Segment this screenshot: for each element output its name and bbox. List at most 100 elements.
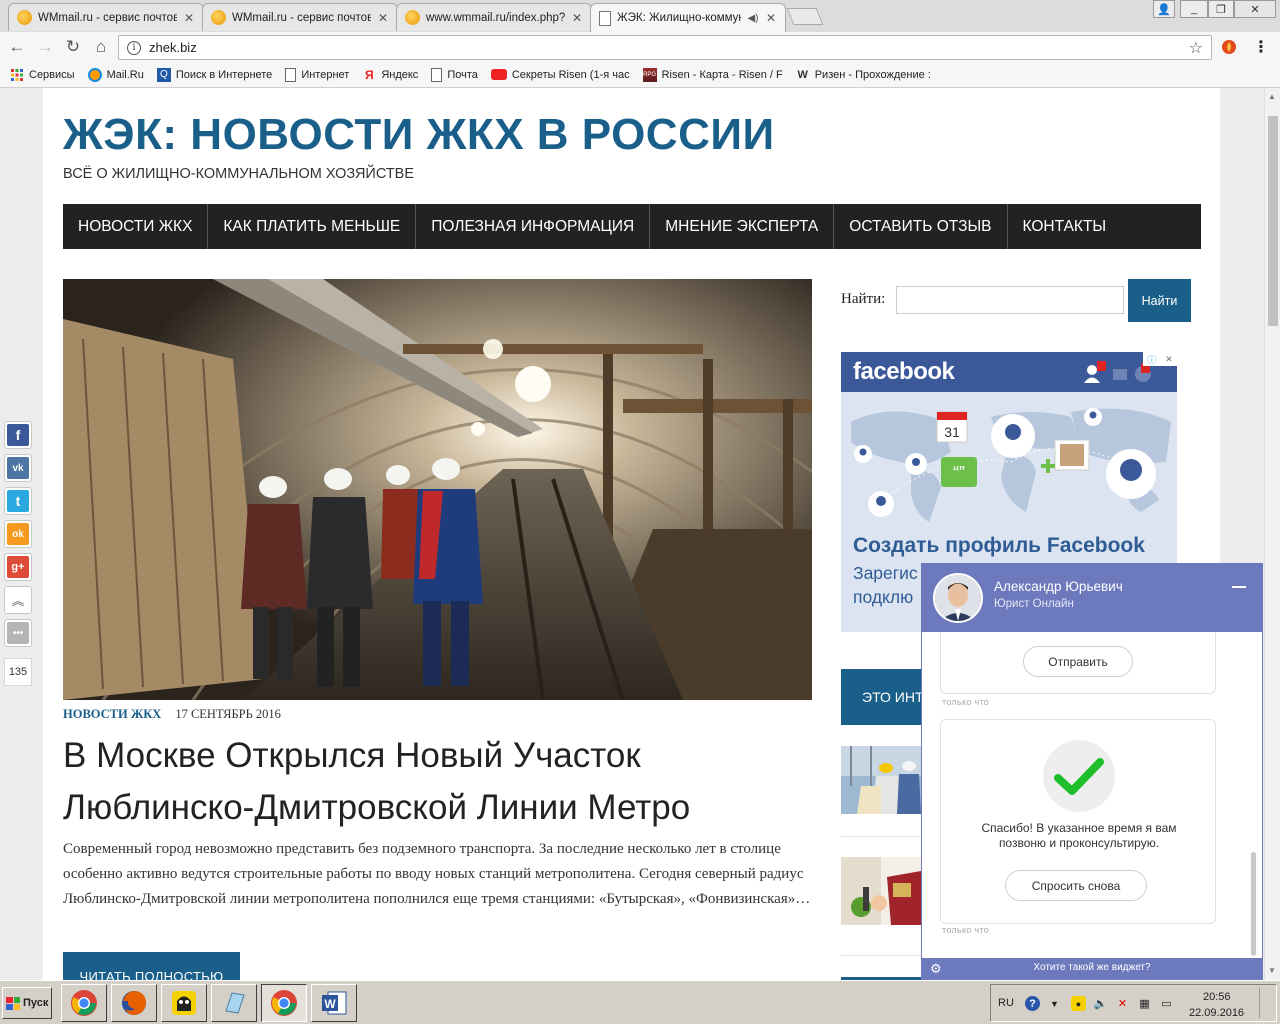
ad-choices-icon[interactable]: ⓘ ✕ [1143,352,1177,366]
bookmark-item[interactable]: Mail.Ru [87,67,144,82]
show-desktop-button[interactable] [1259,988,1271,1018]
close-icon[interactable]: ✕ [183,11,195,25]
twitter-share-button[interactable]: t [4,487,32,515]
start-button[interactable]: Пуск [2,987,52,1019]
sidebar-post-thumbnail[interactable] [841,746,921,814]
address-bar[interactable]: i zhek.biz ☆ [118,35,1212,60]
nav-item-leave-review[interactable]: ОСТАВИТЬ ОТЗЫВ [834,204,1008,249]
home-icon[interactable]: ⌂ [90,36,112,58]
nav-item-news[interactable]: НОВОСТИ ЖКХ [63,204,209,249]
user-profile-icon[interactable]: 👤 [1153,0,1175,18]
post-excerpt: Современный город невозможно представить… [63,841,811,907]
odnoklassniki-icon: ok [7,523,29,545]
read-more-button[interactable]: ЧИТАТЬ ПОЛНОСТЬЮ [63,952,240,980]
bookmark-label: Почта [447,68,478,81]
googleplus-share-button[interactable]: g+ [4,553,32,581]
taskbar-chrome[interactable] [61,984,107,1022]
speaker-icon[interactable]: 🔈 [1093,996,1108,1011]
nav-item-expert-opinion[interactable]: МНЕНИЕ ЭКСПЕРТА [650,204,835,249]
message-timestamp: только что [942,697,990,707]
monitor-icon[interactable]: ▭ [1159,996,1174,1011]
taskbar-word[interactable]: W [311,984,357,1022]
bookmark-item[interactable]: Почта [431,67,478,82]
bookmark-item[interactable]: RPG Risen - Карта - Risen / F [642,67,783,82]
close-icon[interactable]: ✕ [765,11,777,25]
taskbar-ghost-app[interactable] [161,984,207,1022]
taskbar-notepad[interactable] [211,984,257,1022]
close-window-button[interactable]: ✕ [1234,0,1276,18]
post-title[interactable]: В Москве Открылся Новый Участок Люблинск… [63,730,823,834]
browser-tab-active[interactable]: ЖЭК: Жилищно-коммун ◀) ✕ [590,3,786,32]
browser-tab[interactable]: WMmail.ru - сервис почтов ✕ [8,3,204,31]
bookmark-item[interactable]: Интернет [285,67,349,82]
sidebar-blue-block[interactable]: ЭТО ИНТ [841,669,931,725]
ghost-tray-icon[interactable]: ● [1071,996,1086,1011]
bookmark-item[interactable]: Секреты Risen (1-я час [490,68,630,81]
extension-flame-icon[interactable] [1220,38,1238,56]
minimize-icon[interactable] [1232,586,1246,588]
ask-again-button[interactable]: Спросить снова [1005,870,1147,901]
language-indicator[interactable]: RU [998,997,1014,1009]
search-label: Найти: [841,291,886,307]
post-hero-image[interactable] [63,279,812,700]
chevron-down-icon[interactable]: ▼ [1047,996,1062,1011]
scrollbar-thumb[interactable] [1268,116,1278,326]
start-label: Пуск [23,997,49,1009]
bookmark-item[interactable]: Я Яндекс [362,68,418,82]
scroll-up-arrow-icon[interactable]: ▲ [1268,92,1276,101]
nav-item-pay-less[interactable]: КАК ПЛАТИТЬ МЕНЬШЕ [208,204,417,249]
taskbar-chrome-active[interactable] [261,984,307,1022]
help-icon[interactable]: ? [1025,996,1040,1011]
clock-time[interactable]: 20:56 [1203,991,1231,1003]
vk-icon: vk [7,457,29,479]
nav-item-contacts[interactable]: КОНТАКТЫ [1008,204,1122,249]
odnoklassniki-share-button[interactable]: ok [4,520,32,548]
search-button[interactable]: Найти [1128,279,1191,322]
chat-header[interactable]: Александр Юрьевич Юрист Онлайн [922,564,1262,632]
restore-button[interactable]: ❐ [1208,0,1234,18]
scroll-up-button[interactable]: ︽ [4,586,32,614]
browser-tab[interactable]: WMmail.ru - сервис почтов ✕ [202,3,398,31]
new-tab-button[interactable] [786,8,824,25]
send-button[interactable]: Отправить [1023,646,1133,677]
widget-promo-link[interactable]: Хотите такой же виджет? [922,962,1262,973]
nav-item-useful-info[interactable]: ПОЛЕЗНАЯ ИНФОРМАЦИЯ [416,204,651,249]
vk-share-button[interactable]: vk [4,454,32,482]
network-icon[interactable]: ▦ [1137,996,1152,1011]
network-error-icon[interactable]: ✕ [1115,996,1130,1011]
browser-tab[interactable]: www.wmmail.ru/index.php? ✕ [396,3,592,31]
ad-headline[interactable]: Создать профиль Facebook [853,534,1145,558]
more-share-button[interactable]: ••• [4,619,32,647]
minimize-button[interactable]: _ [1180,0,1208,18]
tab-title: www.wmmail.ru/index.php? [426,11,565,24]
chat-scrollbar-thumb[interactable] [1251,852,1256,956]
post-category[interactable]: НОВОСТИ ЖКХ [63,707,161,722]
bookmark-label: Risen - Карта - Risen / F [661,68,783,81]
facebook-share-button[interactable]: f [4,421,32,449]
info-icon[interactable]: i [127,40,141,55]
star-icon[interactable]: ☆ [1189,38,1203,58]
bookmark-label: Сервисы [29,68,75,81]
bookmark-item[interactable]: W Ризен - Прохождение : [796,68,931,82]
tab-title: WMmail.ru - сервис почтов [232,11,371,24]
bookmark-item[interactable]: Q Поиск в Интернете [156,67,272,82]
clock-date[interactable]: 22.09.2016 [1189,1007,1244,1019]
close-icon[interactable]: ✕ [377,11,389,25]
site-title[interactable]: ЖЭК: НОВОСТИ ЖКХ В РОССИИ [63,110,775,160]
message-timestamp: только что [942,925,990,935]
taskbar-firefox[interactable] [111,984,157,1022]
forward-icon[interactable]: → [34,36,56,58]
menu-icon[interactable]: ⋮ [1252,38,1270,56]
search-input[interactable] [896,286,1124,314]
page-scrollbar[interactable]: ▲ ▼ [1264,88,1280,980]
chat-scrollbar[interactable] [1248,632,1260,958]
bookmark-item[interactable]: Сервисы [10,68,75,82]
sidebar-post-thumbnail[interactable] [841,857,921,925]
close-icon[interactable]: ✕ [571,11,583,25]
back-icon[interactable]: ← [6,36,28,58]
reload-icon[interactable]: ↻ [62,36,84,58]
svg-text:“”: “” [953,463,965,483]
bookmark-label: Яндекс [381,68,419,81]
bookmark-label: Секреты Risen (1-я час [511,68,630,81]
scroll-down-arrow-icon[interactable]: ▼ [1268,966,1276,975]
